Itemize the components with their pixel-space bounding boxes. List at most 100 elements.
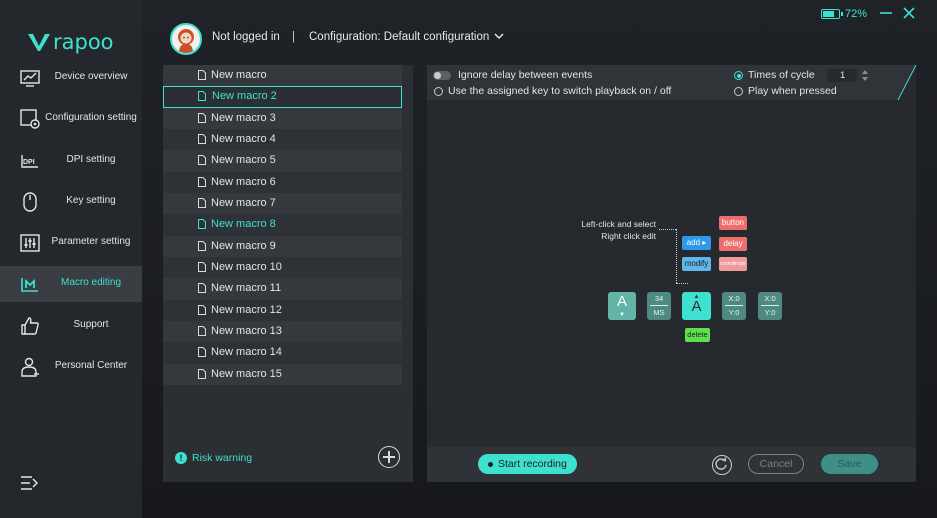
add-delay-option[interactable]: delay <box>719 237 747 251</box>
macro-list-item[interactable]: New macro <box>163 65 402 87</box>
macro-name: New macro 5 <box>211 154 276 167</box>
coordinate-event[interactable]: X:0 Y:0 <box>722 292 746 320</box>
times-of-cycle-label: Times of cycle <box>748 69 815 81</box>
macro-list-item[interactable]: New macro 3 <box>163 107 402 129</box>
coord-x: X:0 <box>764 294 776 303</box>
times-of-cycle-radio[interactable] <box>734 71 743 80</box>
key-down-event[interactable]: A ▼ <box>608 292 636 320</box>
main-area: Not logged in | Configuration: Default c… <box>142 0 937 518</box>
edit-hint: Left-click and select Right click edit <box>566 218 656 242</box>
delay-unit: MS <box>653 308 665 317</box>
ignore-delay-toggle[interactable] <box>433 71 451 80</box>
delay-event[interactable]: 34 MS <box>647 292 671 320</box>
macro-list-item[interactable]: New macro 12 <box>163 299 402 321</box>
sidebar-item-support[interactable]: Support <box>0 308 142 344</box>
macro-list-item[interactable]: New macro 14 <box>163 342 402 364</box>
macro-list-panel: New macro New macro 2 New macro 3 New macro… <box>163 65 413 482</box>
macro-list-item[interactable]: New macro 5 <box>163 150 402 172</box>
macro-list-item[interactable]: New macro 7 <box>163 192 402 215</box>
key-up-event[interactable]: ▲ A <box>682 292 711 320</box>
macro-list-item[interactable]: New macro 13 <box>163 320 402 343</box>
macro-name: New macro 7 <box>211 196 276 209</box>
file-icon <box>198 304 206 315</box>
macro-name: New macro 15 <box>211 367 282 380</box>
refresh-icon <box>715 457 727 470</box>
arrow-up-icon: ▲ <box>693 294 700 300</box>
dpi-icon: DPI <box>21 155 38 168</box>
sidebar-item-personal-center[interactable]: Personal Center <box>0 349 142 385</box>
add-coordinate-option[interactable]: coordinate <box>719 257 747 271</box>
configuration-selector[interactable]: Configuration: Default configuration <box>309 31 489 43</box>
macro-list-item[interactable]: New macro 10 <box>163 256 402 279</box>
file-icon <box>198 197 206 208</box>
options-bar-edge <box>897 65 917 100</box>
macro-name: New macro 11 <box>211 282 282 295</box>
risk-warning[interactable]: ! Risk warning <box>175 452 252 464</box>
play-when-pressed-radio[interactable] <box>734 87 743 96</box>
file-icon <box>198 240 206 251</box>
coord-y: Y:0 <box>728 308 740 317</box>
macro-name: New macro 4 <box>211 132 276 145</box>
ignore-delay-label: Ignore delay between events <box>458 69 593 81</box>
delete-event-button[interactable]: delete <box>685 328 710 342</box>
save-button[interactable]: Save <box>821 454 878 474</box>
sidebar-item-label: DPI setting <box>66 154 116 165</box>
file-icon <box>198 70 206 80</box>
macro-list-item[interactable]: New macro 15 <box>163 363 402 385</box>
cycle-stepper-icon[interactable] <box>861 69 869 82</box>
delay-value: 34 <box>654 294 664 303</box>
file-icon <box>198 325 206 336</box>
sidebar-item-key-setting[interactable]: Key setting <box>0 184 142 220</box>
warning-icon: ! <box>175 452 187 464</box>
macro-list-item[interactable]: New macro 11 <box>163 278 402 300</box>
file-icon <box>198 368 206 379</box>
sidebar-item-dpi-setting[interactable]: DPI DPI setting <box>0 143 142 179</box>
minimize-icon[interactable] <box>879 6 893 20</box>
macro-name: New macro 6 <box>211 175 276 188</box>
hint-line-2: Right click edit <box>601 231 656 241</box>
file-icon <box>198 112 206 123</box>
key-label: A <box>691 298 702 315</box>
cancel-button[interactable]: Cancel <box>748 454 804 474</box>
add-button-option[interactable]: button <box>719 216 747 230</box>
assigned-key-radio[interactable] <box>434 87 443 96</box>
add-menu-button[interactable]: add ▸ <box>682 236 711 250</box>
macro-name: New macro 14 <box>211 346 282 359</box>
reset-button[interactable] <box>712 455 732 475</box>
sidebar-item-macro-editing[interactable]: Macro editing <box>0 266 142 302</box>
close-icon[interactable] <box>902 6 916 20</box>
chevron-down-icon[interactable] <box>493 30 505 42</box>
battery-fill <box>823 11 834 17</box>
macro-editor-panel: Ignore delay between events Use the assi… <box>427 65 917 482</box>
sidebar-item-label: Support <box>73 319 109 330</box>
mouse-icon <box>23 192 37 212</box>
coord-x: X:0 <box>728 294 740 303</box>
sidebar-item-configuration-setting[interactable]: Configuration setting <box>0 101 142 137</box>
macro-list-item[interactable]: New macro 8 <box>163 214 402 236</box>
avatar[interactable] <box>170 23 202 55</box>
login-status[interactable]: Not logged in <box>212 31 280 43</box>
sidebar-item-device-overview[interactable]: Device overview <box>0 60 142 96</box>
file-icon <box>198 133 206 144</box>
add-macro-button[interactable] <box>378 446 400 468</box>
sidebar-item-parameter-setting[interactable]: Parameter setting <box>0 225 142 261</box>
arrow-down-icon: ▼ <box>619 312 625 318</box>
macro-list-item[interactable]: New macro 6 <box>163 171 402 193</box>
macro-list-item[interactable]: New macro 9 <box>163 235 402 257</box>
svg-text:DPI: DPI <box>23 159 35 166</box>
cycle-count-input[interactable]: 1 <box>827 69 857 82</box>
macro-name: New macro 9 <box>211 239 276 252</box>
modify-menu-button[interactable]: modify <box>682 257 711 271</box>
macro-name: New macro 8 <box>211 218 276 231</box>
avatar-face-icon <box>178 29 194 53</box>
coordinate-event[interactable]: X:0 Y:0 <box>758 292 782 320</box>
macro-name: New macro 13 <box>211 324 282 337</box>
header-separator: | <box>292 31 295 43</box>
coord-y: Y:0 <box>764 308 776 317</box>
macro-list-item[interactable]: New macro 4 <box>163 128 402 151</box>
macro-list-item[interactable]: New macro 2 <box>163 86 402 108</box>
menu-icon[interactable] <box>20 474 38 492</box>
file-icon <box>198 283 206 294</box>
start-recording-button[interactable]: Start recording <box>478 454 577 474</box>
file-icon <box>198 347 206 358</box>
